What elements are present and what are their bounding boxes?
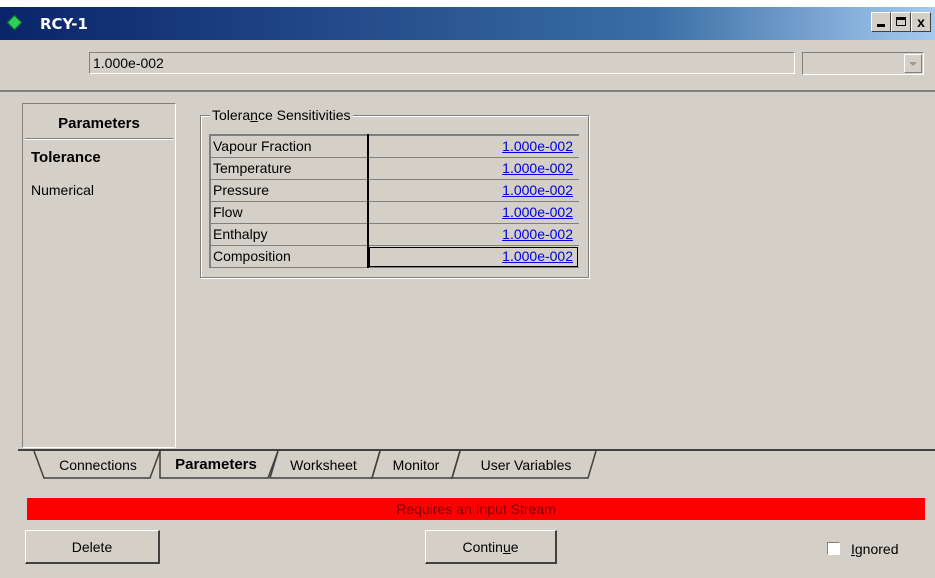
table-row: Temperature 1.000e-002 [210, 157, 579, 180]
window-title: RCY-1 [40, 15, 88, 33]
table-row: Enthalpy 1.000e-002 [210, 223, 579, 246]
tab-label: Parameters [175, 456, 257, 473]
row-value[interactable]: 1.000e-002 [367, 157, 579, 180]
minimize-icon [877, 24, 885, 27]
tab-monitor[interactable]: Monitor [375, 451, 457, 479]
maximize-icon [896, 17, 906, 26]
group-title-part: ce Sensitivities [257, 107, 351, 123]
row-value[interactable]: 1.000e-002 [367, 245, 579, 268]
ignored-checkbox[interactable] [827, 542, 840, 555]
tab-parameters[interactable]: Parameters [159, 451, 273, 479]
maximize-button[interactable] [891, 12, 911, 32]
nav-item-numerical[interactable]: Numerical [31, 180, 94, 200]
table-row: Vapour Fraction 1.000e-002 [210, 135, 579, 158]
nav-header: Parameters [58, 115, 140, 132]
row-label: Pressure [210, 179, 369, 202]
unit-dropdown[interactable] [802, 52, 924, 75]
tab-label: Worksheet [290, 457, 357, 473]
row-label: Vapour Fraction [210, 135, 369, 158]
tab-user-variables[interactable]: User Variables [456, 451, 596, 479]
close-icon: x [917, 14, 925, 30]
table-row: Flow 1.000e-002 [210, 201, 579, 224]
nav-divider [25, 138, 173, 140]
label-part: gnored [854, 541, 899, 557]
close-button[interactable]: x [911, 12, 931, 32]
row-label: Temperature [210, 157, 369, 180]
row-label: Flow [210, 201, 369, 224]
button-accelerator: u [502, 539, 511, 555]
continue-button[interactable]: Continue [425, 530, 557, 564]
delete-button[interactable]: Delete [25, 530, 160, 564]
row-label: Enthalpy [210, 223, 369, 246]
group-title-part: Tolera [212, 107, 251, 123]
tab-label: User Variables [480, 457, 572, 473]
ignored-label[interactable]: Ignored [851, 539, 898, 559]
top-strip [0, 0, 935, 7]
group-title: Tolerance Sensitivities [210, 106, 353, 124]
tab-label: Monitor [392, 457, 440, 473]
row-value[interactable]: 1.000e-002 [367, 201, 579, 224]
row-value[interactable]: 1.000e-002 [367, 223, 579, 246]
row-value[interactable]: 1.000e-002 [367, 179, 579, 202]
row-value[interactable]: 1.000e-002 [367, 135, 579, 158]
value-field[interactable]: 1.000e-002 [89, 52, 795, 74]
table-row: Pressure 1.000e-002 [210, 179, 579, 202]
status-bar: Requires an Input Stream [27, 498, 925, 520]
table-row: Composition 1.000e-002 [210, 245, 579, 268]
nav-item-tolerance[interactable]: Tolerance [31, 148, 101, 168]
unit-op-icon [6, 14, 23, 31]
tab-label: Connections [59, 457, 137, 473]
tolerance-table: Vapour Fraction 1.000e-002 Temperature 1… [209, 134, 579, 268]
value-bar: 1.000e-002 [0, 40, 935, 92]
button-label-part: e [510, 539, 519, 555]
title-bar[interactable]: RCY-1 x [0, 7, 935, 40]
parameters-nav-panel: Parameters Tolerance Numerical [22, 103, 176, 448]
tab-worksheet[interactable]: Worksheet [272, 451, 375, 479]
row-label: Composition [210, 245, 369, 268]
button-label-part: Contin [462, 539, 503, 555]
minimize-button[interactable] [871, 12, 891, 32]
group-title-accelerator: n [250, 107, 258, 123]
chevron-down-icon[interactable] [904, 54, 922, 73]
tab-connections[interactable]: Connections [36, 451, 160, 479]
